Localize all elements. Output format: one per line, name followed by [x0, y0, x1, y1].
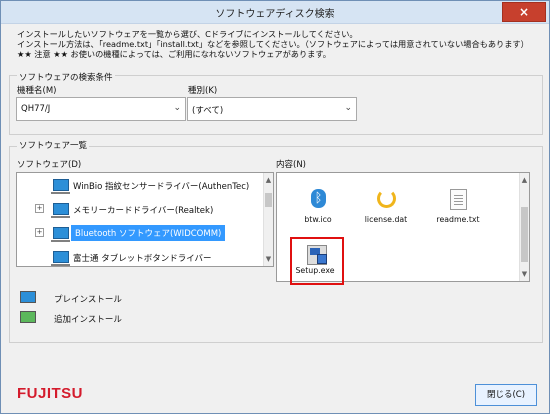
chevron-down-icon[interactable]: ▼: [265, 255, 272, 263]
type-label: 種別(K): [188, 86, 218, 96]
instructions: インストールしたいソフトウェアを一覧から選び、Cドライブにインストールしてくださ…: [17, 29, 537, 59]
software-label: ソフトウェア(D): [17, 160, 82, 170]
laptop-icon: [51, 203, 70, 218]
document-icon: [450, 189, 467, 210]
laptop-icon: [51, 251, 70, 266]
search-conditions-title: ソフトウェアの検索条件: [17, 71, 115, 83]
tree-item-label: WinBio 指紋センサードライバー(AuthenTec): [73, 182, 250, 192]
contents-label: 内容(N): [276, 160, 306, 170]
title-bar: ソフトウェアディスク検索 ×: [1, 1, 549, 24]
chevron-down-icon: ⌄: [173, 103, 181, 113]
software-disk-search-window: ソフトウェアディスク検索 × インストールしたいソフトウェアを一覧から選び、Cド…: [0, 0, 550, 414]
tree-scrollbar[interactable]: ▲ ▼: [263, 173, 273, 266]
type-select-value: (すべて): [192, 106, 224, 116]
instruction-line-1: インストールしたいソフトウェアを一覧から選び、Cドライブにインストールしてくださ…: [17, 29, 358, 39]
software-tree[interactable]: WinBio 指紋センサードライバー(AuthenTec) + メモリーカードド…: [16, 172, 274, 267]
model-select[interactable]: QH77/J ⌄: [16, 97, 186, 121]
tree-item-label: 富士通 タブレットボタンドライバー: [73, 254, 212, 264]
laptop-icon: [51, 227, 70, 242]
file-label: btw.ico: [304, 215, 332, 224]
contents-scrollbar[interactable]: ▲ ▼: [519, 173, 529, 281]
file-readme-txt[interactable]: readme.txt: [431, 184, 485, 232]
tree-item-tablet-button[interactable]: 富士通 タブレットボタンドライバー: [17, 247, 265, 266]
file-label: license.dat: [364, 215, 408, 224]
legend-additional: 追加インストール: [54, 315, 122, 325]
tree-item-label: メモリーカードドライバー(Realtek): [73, 206, 214, 216]
scroll-thumb[interactable]: [521, 207, 528, 262]
chevron-down-icon[interactable]: ▼: [521, 270, 528, 278]
setup-exe-highlight: [290, 237, 344, 285]
file-license-dat[interactable]: license.dat: [359, 184, 413, 232]
scroll-thumb[interactable]: [265, 193, 272, 207]
instruction-line-3: ★★ 注意 ★★ お使いの機種によっては、ご利用になれないソフトウェアがあります…: [17, 49, 331, 59]
model-label: 機種名(M): [17, 86, 57, 96]
software-list-title: ソフトウェア一覧: [17, 139, 90, 151]
legend-preinstall: プレインストール: [54, 295, 122, 305]
preinstall-icon: [20, 291, 36, 303]
bluetooth-icon: ᛒ: [311, 189, 326, 208]
instruction-line-2: インストール方法は、「readme.txt」「install.txt」などを参照…: [17, 39, 529, 49]
spinner-icon: [377, 189, 396, 208]
additional-install-icon: [20, 311, 36, 323]
chevron-up-icon[interactable]: ▲: [521, 176, 528, 184]
laptop-icon: [51, 179, 70, 194]
chevron-down-icon: ⌄: [344, 103, 352, 113]
tree-item-winbio[interactable]: WinBio 指紋センサードライバー(AuthenTec): [17, 175, 265, 195]
close-dialog-button[interactable]: 閉じる(C): [475, 384, 537, 406]
window-close-button[interactable]: ×: [502, 2, 546, 22]
model-select-value: QH77/J: [21, 104, 51, 114]
tree-item-memory-card[interactable]: + メモリーカードドライバー(Realtek): [17, 199, 265, 219]
expand-icon[interactable]: +: [35, 204, 44, 213]
file-btw-ico[interactable]: ᛒ btw.ico: [291, 184, 345, 232]
window-title: ソフトウェアディスク検索: [215, 9, 335, 20]
chevron-up-icon[interactable]: ▲: [265, 176, 272, 184]
tree-item-label: Bluetooth ソフトウェア(WIDCOMM): [71, 225, 226, 241]
tree-item-bluetooth[interactable]: + Bluetooth ソフトウェア(WIDCOMM): [17, 223, 265, 243]
type-select[interactable]: (すべて) ⌄: [187, 97, 357, 121]
expand-icon[interactable]: +: [35, 228, 44, 237]
file-label: readme.txt: [436, 215, 480, 224]
fujitsu-logo: FUJITSU: [17, 385, 84, 402]
